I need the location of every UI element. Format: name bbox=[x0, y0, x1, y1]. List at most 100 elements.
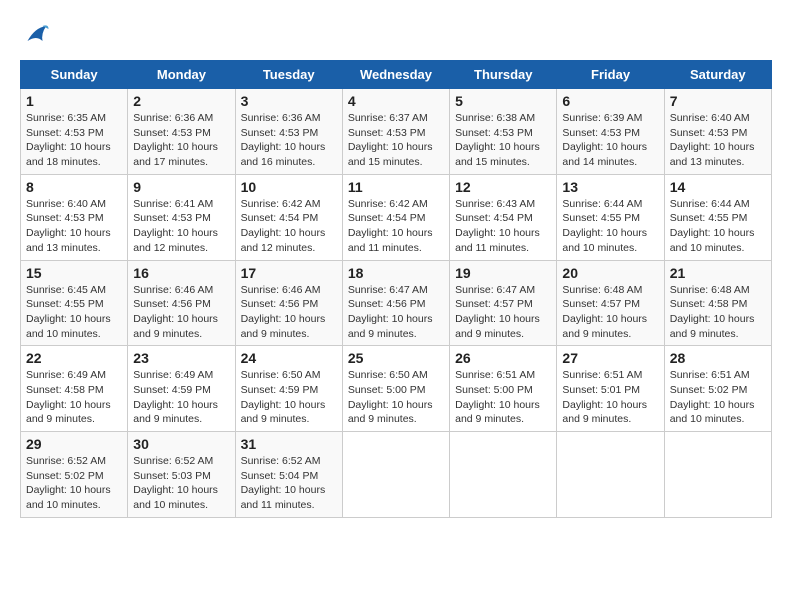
calendar-cell bbox=[450, 432, 557, 518]
calendar-cell: 8 Sunrise: 6:40 AMSunset: 4:53 PMDayligh… bbox=[21, 174, 128, 260]
calendar-week-4: 22 Sunrise: 6:49 AMSunset: 4:58 PMDaylig… bbox=[21, 346, 772, 432]
calendar-cell: 28 Sunrise: 6:51 AMSunset: 5:02 PMDaylig… bbox=[664, 346, 771, 432]
calendar-header-row: SundayMondayTuesdayWednesdayThursdayFrid… bbox=[21, 61, 772, 89]
calendar-cell: 6 Sunrise: 6:39 AMSunset: 4:53 PMDayligh… bbox=[557, 89, 664, 175]
day-number: 26 bbox=[455, 350, 551, 366]
calendar-cell: 24 Sunrise: 6:50 AMSunset: 4:59 PMDaylig… bbox=[235, 346, 342, 432]
day-detail: Sunrise: 6:40 AMSunset: 4:53 PMDaylight:… bbox=[26, 197, 122, 256]
day-number: 21 bbox=[670, 265, 766, 281]
calendar-week-1: 1 Sunrise: 6:35 AMSunset: 4:53 PMDayligh… bbox=[21, 89, 772, 175]
calendar-cell: 14 Sunrise: 6:44 AMSunset: 4:55 PMDaylig… bbox=[664, 174, 771, 260]
calendar-cell: 2 Sunrise: 6:36 AMSunset: 4:53 PMDayligh… bbox=[128, 89, 235, 175]
day-number: 24 bbox=[241, 350, 337, 366]
day-number: 11 bbox=[348, 179, 444, 195]
calendar-cell bbox=[557, 432, 664, 518]
day-detail: Sunrise: 6:37 AMSunset: 4:53 PMDaylight:… bbox=[348, 111, 444, 170]
header-monday: Monday bbox=[128, 61, 235, 89]
calendar-week-5: 29 Sunrise: 6:52 AMSunset: 5:02 PMDaylig… bbox=[21, 432, 772, 518]
day-detail: Sunrise: 6:35 AMSunset: 4:53 PMDaylight:… bbox=[26, 111, 122, 170]
day-number: 22 bbox=[26, 350, 122, 366]
day-detail: Sunrise: 6:46 AMSunset: 4:56 PMDaylight:… bbox=[241, 283, 337, 342]
calendar-cell: 21 Sunrise: 6:48 AMSunset: 4:58 PMDaylig… bbox=[664, 260, 771, 346]
calendar-cell bbox=[342, 432, 449, 518]
day-detail: Sunrise: 6:49 AMSunset: 4:58 PMDaylight:… bbox=[26, 368, 122, 427]
calendar-cell: 4 Sunrise: 6:37 AMSunset: 4:53 PMDayligh… bbox=[342, 89, 449, 175]
day-detail: Sunrise: 6:52 AMSunset: 5:02 PMDaylight:… bbox=[26, 454, 122, 513]
day-detail: Sunrise: 6:36 AMSunset: 4:53 PMDaylight:… bbox=[241, 111, 337, 170]
day-detail: Sunrise: 6:50 AMSunset: 4:59 PMDaylight:… bbox=[241, 368, 337, 427]
day-number: 25 bbox=[348, 350, 444, 366]
calendar-cell: 25 Sunrise: 6:50 AMSunset: 5:00 PMDaylig… bbox=[342, 346, 449, 432]
day-number: 14 bbox=[670, 179, 766, 195]
day-number: 1 bbox=[26, 93, 122, 109]
day-number: 7 bbox=[670, 93, 766, 109]
day-detail: Sunrise: 6:52 AMSunset: 5:03 PMDaylight:… bbox=[133, 454, 229, 513]
day-number: 18 bbox=[348, 265, 444, 281]
day-number: 2 bbox=[133, 93, 229, 109]
calendar-cell: 5 Sunrise: 6:38 AMSunset: 4:53 PMDayligh… bbox=[450, 89, 557, 175]
day-detail: Sunrise: 6:41 AMSunset: 4:53 PMDaylight:… bbox=[133, 197, 229, 256]
calendar-cell: 9 Sunrise: 6:41 AMSunset: 4:53 PMDayligh… bbox=[128, 174, 235, 260]
day-detail: Sunrise: 6:50 AMSunset: 5:00 PMDaylight:… bbox=[348, 368, 444, 427]
day-number: 29 bbox=[26, 436, 122, 452]
day-number: 31 bbox=[241, 436, 337, 452]
calendar-cell: 7 Sunrise: 6:40 AMSunset: 4:53 PMDayligh… bbox=[664, 89, 771, 175]
day-detail: Sunrise: 6:38 AMSunset: 4:53 PMDaylight:… bbox=[455, 111, 551, 170]
calendar-cell: 11 Sunrise: 6:42 AMSunset: 4:54 PMDaylig… bbox=[342, 174, 449, 260]
page-header bbox=[20, 20, 772, 50]
day-detail: Sunrise: 6:42 AMSunset: 4:54 PMDaylight:… bbox=[348, 197, 444, 256]
header-friday: Friday bbox=[557, 61, 664, 89]
day-detail: Sunrise: 6:51 AMSunset: 5:00 PMDaylight:… bbox=[455, 368, 551, 427]
calendar-cell: 16 Sunrise: 6:46 AMSunset: 4:56 PMDaylig… bbox=[128, 260, 235, 346]
day-number: 17 bbox=[241, 265, 337, 281]
header-sunday: Sunday bbox=[21, 61, 128, 89]
day-number: 23 bbox=[133, 350, 229, 366]
day-detail: Sunrise: 6:51 AMSunset: 5:01 PMDaylight:… bbox=[562, 368, 658, 427]
day-detail: Sunrise: 6:52 AMSunset: 5:04 PMDaylight:… bbox=[241, 454, 337, 513]
day-detail: Sunrise: 6:46 AMSunset: 4:56 PMDaylight:… bbox=[133, 283, 229, 342]
calendar-table: SundayMondayTuesdayWednesdayThursdayFrid… bbox=[20, 60, 772, 518]
header-tuesday: Tuesday bbox=[235, 61, 342, 89]
calendar-cell: 18 Sunrise: 6:47 AMSunset: 4:56 PMDaylig… bbox=[342, 260, 449, 346]
calendar-cell: 30 Sunrise: 6:52 AMSunset: 5:03 PMDaylig… bbox=[128, 432, 235, 518]
day-number: 19 bbox=[455, 265, 551, 281]
day-detail: Sunrise: 6:36 AMSunset: 4:53 PMDaylight:… bbox=[133, 111, 229, 170]
day-detail: Sunrise: 6:48 AMSunset: 4:57 PMDaylight:… bbox=[562, 283, 658, 342]
day-detail: Sunrise: 6:44 AMSunset: 4:55 PMDaylight:… bbox=[562, 197, 658, 256]
day-detail: Sunrise: 6:39 AMSunset: 4:53 PMDaylight:… bbox=[562, 111, 658, 170]
day-detail: Sunrise: 6:40 AMSunset: 4:53 PMDaylight:… bbox=[670, 111, 766, 170]
calendar-cell: 26 Sunrise: 6:51 AMSunset: 5:00 PMDaylig… bbox=[450, 346, 557, 432]
day-detail: Sunrise: 6:45 AMSunset: 4:55 PMDaylight:… bbox=[26, 283, 122, 342]
day-number: 3 bbox=[241, 93, 337, 109]
day-number: 10 bbox=[241, 179, 337, 195]
calendar-cell: 15 Sunrise: 6:45 AMSunset: 4:55 PMDaylig… bbox=[21, 260, 128, 346]
logo-icon bbox=[20, 20, 50, 50]
day-number: 16 bbox=[133, 265, 229, 281]
day-number: 8 bbox=[26, 179, 122, 195]
calendar-cell: 27 Sunrise: 6:51 AMSunset: 5:01 PMDaylig… bbox=[557, 346, 664, 432]
day-number: 5 bbox=[455, 93, 551, 109]
day-detail: Sunrise: 6:47 AMSunset: 4:57 PMDaylight:… bbox=[455, 283, 551, 342]
day-number: 15 bbox=[26, 265, 122, 281]
day-number: 4 bbox=[348, 93, 444, 109]
day-number: 28 bbox=[670, 350, 766, 366]
day-number: 9 bbox=[133, 179, 229, 195]
day-number: 27 bbox=[562, 350, 658, 366]
calendar-cell: 22 Sunrise: 6:49 AMSunset: 4:58 PMDaylig… bbox=[21, 346, 128, 432]
calendar-week-3: 15 Sunrise: 6:45 AMSunset: 4:55 PMDaylig… bbox=[21, 260, 772, 346]
day-detail: Sunrise: 6:42 AMSunset: 4:54 PMDaylight:… bbox=[241, 197, 337, 256]
calendar-cell bbox=[664, 432, 771, 518]
header-saturday: Saturday bbox=[664, 61, 771, 89]
day-detail: Sunrise: 6:47 AMSunset: 4:56 PMDaylight:… bbox=[348, 283, 444, 342]
calendar-cell: 1 Sunrise: 6:35 AMSunset: 4:53 PMDayligh… bbox=[21, 89, 128, 175]
calendar-cell: 13 Sunrise: 6:44 AMSunset: 4:55 PMDaylig… bbox=[557, 174, 664, 260]
logo bbox=[20, 20, 54, 50]
calendar-week-2: 8 Sunrise: 6:40 AMSunset: 4:53 PMDayligh… bbox=[21, 174, 772, 260]
calendar-cell: 12 Sunrise: 6:43 AMSunset: 4:54 PMDaylig… bbox=[450, 174, 557, 260]
calendar-cell: 10 Sunrise: 6:42 AMSunset: 4:54 PMDaylig… bbox=[235, 174, 342, 260]
calendar-cell: 31 Sunrise: 6:52 AMSunset: 5:04 PMDaylig… bbox=[235, 432, 342, 518]
header-thursday: Thursday bbox=[450, 61, 557, 89]
calendar-cell: 23 Sunrise: 6:49 AMSunset: 4:59 PMDaylig… bbox=[128, 346, 235, 432]
calendar-cell: 19 Sunrise: 6:47 AMSunset: 4:57 PMDaylig… bbox=[450, 260, 557, 346]
day-number: 13 bbox=[562, 179, 658, 195]
